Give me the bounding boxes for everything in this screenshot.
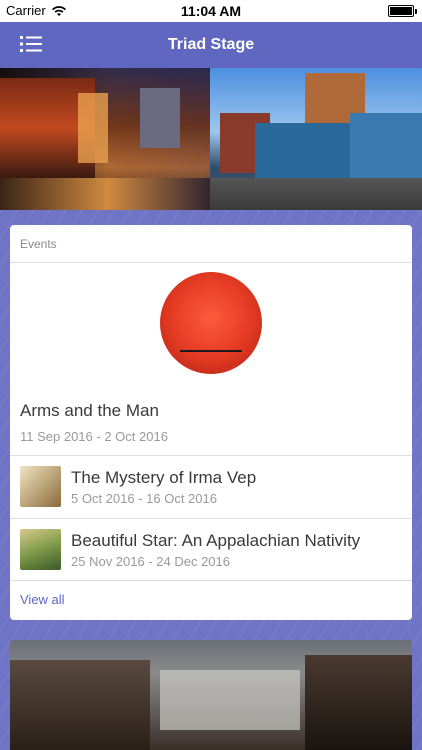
featured-event-title[interactable]: Arms and the Man <box>20 401 159 421</box>
events-card: Events Arms and the Man 11 Sep 2016 - 2 … <box>10 225 412 620</box>
divider <box>10 580 412 581</box>
event-thumbnail <box>20 466 61 507</box>
event-list-item[interactable]: Beautiful Star: An Appalachian Nativity … <box>10 519 412 581</box>
event-thumbnail <box>20 529 61 570</box>
battery-icon <box>388 5 417 17</box>
navigation-bar: Triad Stage <box>0 22 422 68</box>
featured-event-dates: 11 Sep 2016 - 2 Oct 2016 <box>20 429 168 444</box>
status-time: 11:04 AM <box>180 3 242 19</box>
event-list-item[interactable]: The Mystery of Irma Vep 5 Oct 2016 - 16 … <box>10 456 412 518</box>
theater-photo <box>10 640 412 750</box>
event-dates: 25 Nov 2016 - 24 Dec 2016 <box>71 554 230 569</box>
hero-street-day <box>210 68 422 210</box>
featured-event-image[interactable] <box>160 272 262 374</box>
page-title: Triad Stage <box>167 36 255 53</box>
view-all-link[interactable]: View all <box>20 592 65 607</box>
poster-stage-graphic <box>180 350 242 360</box>
event-title: The Mystery of Irma Vep <box>71 468 257 487</box>
event-title: Beautiful Star: An Appalachian Nativity <box>71 531 361 550</box>
hero-street-night <box>0 68 215 210</box>
status-bar: Carrier 11:04 AM <box>0 0 422 22</box>
event-dates: 5 Oct 2016 - 16 Oct 2016 <box>71 491 217 506</box>
hero-image <box>0 68 422 210</box>
events-header: Events <box>10 225 412 263</box>
